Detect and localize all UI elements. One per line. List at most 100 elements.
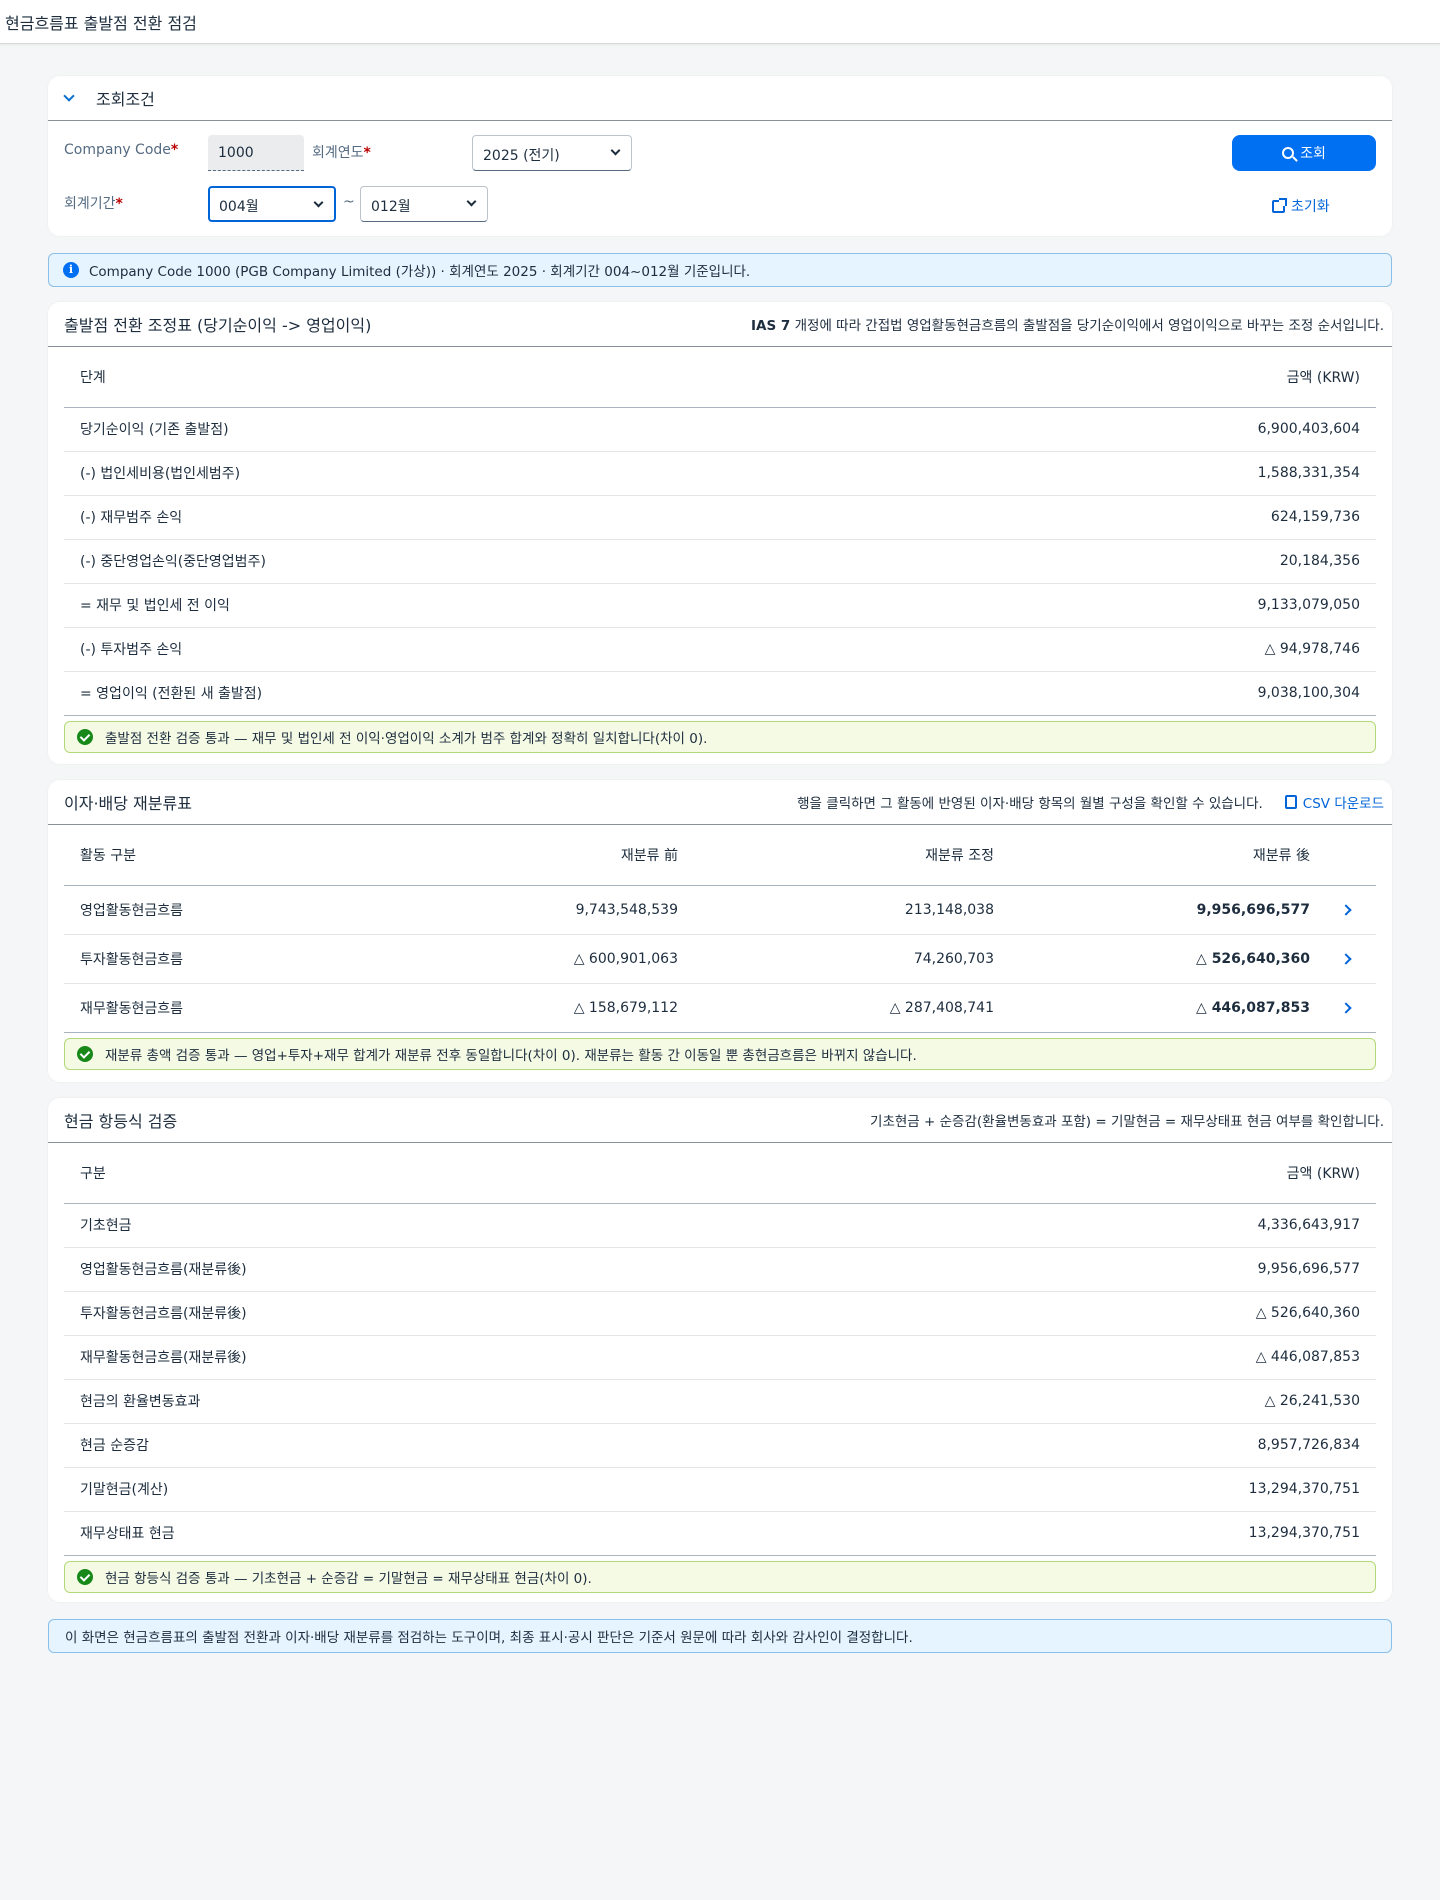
info-strip: i Company Code 1000 (PGB Company Limited… — [48, 253, 1392, 287]
row-label: 현금 순증감 — [64, 1423, 827, 1468]
search-button[interactable]: 조회 — [1232, 135, 1376, 171]
search-button-label: 조회 — [1300, 146, 1326, 162]
chevron-right-icon[interactable] — [1340, 1001, 1352, 1014]
row-nav — [1326, 934, 1376, 984]
table-row: 기말현금(계산) 13,294,370,751 — [64, 1467, 1376, 1512]
row-nav — [1326, 885, 1376, 935]
chevron-down-icon — [466, 196, 477, 207]
column-header-after: 재분류 後 — [1010, 825, 1326, 886]
required-mark: * — [115, 196, 123, 212]
company-code-label: Company Code* — [64, 142, 178, 158]
fiscal-year-label: 회계연도* — [312, 142, 371, 162]
required-mark: * — [170, 142, 179, 158]
row-amount: 20,184,356 — [875, 539, 1376, 584]
column-header-item: 구분 — [64, 1143, 827, 1204]
chevron-right-icon[interactable] — [1340, 952, 1352, 965]
row-adjust: 213,148,038 — [694, 885, 1010, 935]
period-to-select[interactable]: 012월 — [360, 186, 488, 222]
csv-download-label: CSV 다운로드 — [1302, 796, 1384, 812]
period-separator: ~ — [343, 194, 355, 210]
chevron-down-icon[interactable] — [62, 91, 76, 105]
row-amount: △ 446,087,853 — [826, 1335, 1376, 1380]
adjustment-table: 단계 금액 (KRW) 당기순이익 (기존 출발점) 6,900,403,604 … — [64, 347, 1376, 716]
adjustment-note-bold: IAS 7 — [751, 318, 791, 334]
row-activity: 영업활동현금흐름 — [64, 885, 394, 935]
company-code-field[interactable]: 1000 — [208, 135, 304, 171]
chevron-right-icon[interactable] — [1340, 903, 1352, 916]
column-header-amount: 금액 (KRW) — [875, 347, 1376, 408]
table-row[interactable]: 영업활동현금흐름 9,743,548,539 213,148,038 9,956… — [64, 885, 1376, 935]
table-row: 재무상태표 현금 13,294,370,751 — [64, 1511, 1376, 1556]
footer-note: 이 화면은 현금흐름표의 출발점 전환과 이자·배당 재분류를 점검하는 도구이… — [48, 1619, 1392, 1653]
company-code-label-text: Company Code — [64, 142, 171, 158]
row-amount: 9,133,079,050 — [875, 583, 1376, 628]
identity-card: 현금 항등식 검증 기초현금 + 순증감(환율변동효과 포함) = 기말현금 =… — [48, 1098, 1392, 1602]
row-label: 현금의 환율변동효과 — [64, 1379, 827, 1424]
adjustment-card: 출발점 전환 조정표 (당기순이익 -> 영업이익) IAS 7 개정에 따라 … — [48, 302, 1392, 764]
chevron-down-icon — [313, 197, 324, 208]
row-amount: 13,294,370,751 — [826, 1467, 1376, 1512]
row-after: △ 446,087,853 — [1010, 983, 1326, 1033]
table-header-row: 활동 구분 재분류 前 재분류 조정 재분류 後 — [64, 825, 1376, 886]
filter-header[interactable]: 조회조건 — [48, 76, 1392, 121]
row-label: 기말현금(계산) — [64, 1467, 827, 1512]
csv-download-button[interactable]: CSV 다운로드 — [1284, 792, 1384, 812]
fiscal-year-label-text: 회계연도 — [312, 145, 364, 161]
period-label: 회계기간* — [64, 193, 123, 213]
table-row[interactable]: 재무활동현금흐름 △ 158,679,112 △ 287,408,741 △ 4… — [64, 983, 1376, 1033]
reclass-header: 이자·배당 재분류표 행을 클릭하면 그 활동에 반영된 이자·배당 항목의 월… — [48, 780, 1392, 825]
row-amount: 9,956,696,577 — [826, 1247, 1376, 1292]
row-adjust: △ 287,408,741 — [694, 983, 1010, 1033]
reclass-table: 활동 구분 재분류 前 재분류 조정 재분류 後 영업활동현금흐름 9,743,… — [64, 825, 1376, 1033]
identity-check-text: 현금 항등식 검증 통과 — 기초현금 + 순증감 = 기말현금 = 재무상태표… — [105, 1571, 592, 1587]
reclass-note: 행을 클릭하면 그 활동에 반영된 이자·배당 항목의 월별 구성을 확인할 수… — [797, 796, 1263, 812]
period-to-value: 012월 — [371, 199, 411, 215]
row-amount: △ 526,640,360 — [826, 1291, 1376, 1336]
row-before: △ 158,679,112 — [394, 983, 694, 1033]
info-icon: i — [63, 262, 79, 278]
table-row[interactable]: 투자활동현금흐름 △ 600,901,063 74,260,703 △ 526,… — [64, 934, 1376, 984]
table-row: 투자활동현금흐름(재분류後) △ 526,640,360 — [64, 1291, 1376, 1336]
table-row: 현금 순증감 8,957,726,834 — [64, 1423, 1376, 1468]
reclass-check-message: 재분류 총액 검증 통과 — 영업+투자+재무 합계가 재분류 전후 동일합니다… — [64, 1038, 1376, 1070]
row-nav — [1326, 983, 1376, 1033]
row-label: 투자활동현금흐름(재분류後) — [64, 1291, 827, 1336]
identity-header: 현금 항등식 검증 기초현금 + 순증감(환율변동효과 포함) = 기말현금 =… — [48, 1098, 1392, 1143]
row-amount: 4,336,643,917 — [826, 1203, 1376, 1248]
fiscal-year-select[interactable]: 2025 (전기) — [472, 135, 632, 171]
table-row: (-) 법인세비용(법인세범주) 1,588,331,354 — [64, 451, 1376, 496]
filter-header-label: 조회조건 — [96, 90, 155, 109]
row-label: = 영업이익 (전환된 새 출발점) — [64, 671, 876, 716]
identity-check-message: 현금 항등식 검증 통과 — 기초현금 + 순증감 = 기말현금 = 재무상태표… — [64, 1561, 1376, 1593]
table-row: 재무활동현금흐름(재분류後) △ 446,087,853 — [64, 1335, 1376, 1380]
column-header-amount: 금액 (KRW) — [826, 1143, 1376, 1204]
reclass-header-right: 행을 클릭하면 그 활동에 반영된 이자·배당 항목의 월별 구성을 확인할 수… — [797, 792, 1384, 812]
table-row: 현금의 환율변동효과 △ 26,241,530 — [64, 1379, 1376, 1424]
row-before: △ 600,901,063 — [394, 934, 694, 984]
period-label-text: 회계기간 — [64, 196, 116, 212]
reset-button-label: 초기화 — [1291, 199, 1330, 215]
reclass-title: 이자·배당 재분류표 — [64, 794, 192, 813]
adjustment-check-text: 출발점 전환 검증 통과 — 재무 및 법인세 전 이익·영업이익 소계가 범주… — [105, 731, 708, 747]
period-from-value: 004월 — [219, 199, 259, 215]
row-label: 영업활동현금흐름(재분류後) — [64, 1247, 827, 1292]
row-label: = 재무 및 법인세 전 이익 — [64, 583, 876, 628]
table-row: (-) 재무범주 손익 624,159,736 — [64, 495, 1376, 540]
reset-button[interactable]: 초기화 — [1272, 196, 1330, 216]
adjustment-header: 출발점 전환 조정표 (당기순이익 -> 영업이익) IAS 7 개정에 따라 … — [48, 302, 1392, 347]
adjustment-note: IAS 7 개정에 따라 간접법 영업활동현금흐름의 출발점을 당기순이익에서 … — [751, 314, 1384, 334]
row-amount: 1,588,331,354 — [875, 451, 1376, 496]
period-from-select[interactable]: 004월 — [208, 186, 336, 222]
row-label: (-) 중단영업손익(중단영업범주) — [64, 539, 876, 584]
row-amount: 8,957,726,834 — [826, 1423, 1376, 1468]
adjustment-note-text: 개정에 따라 간접법 영업활동현금흐름의 출발점을 당기순이익에서 영업이익으로… — [790, 318, 1384, 334]
row-amount: △ 94,978,746 — [875, 627, 1376, 672]
copy-icon — [1284, 795, 1297, 809]
row-amount: △ 26,241,530 — [826, 1379, 1376, 1424]
row-label: 당기순이익 (기존 출발점) — [64, 407, 876, 452]
search-icon — [1282, 147, 1295, 159]
check-circle-icon — [77, 729, 93, 745]
row-amount: 624,159,736 — [875, 495, 1376, 540]
check-circle-icon — [77, 1046, 93, 1062]
table-row: = 영업이익 (전환된 새 출발점) 9,038,100,304 — [64, 671, 1376, 716]
